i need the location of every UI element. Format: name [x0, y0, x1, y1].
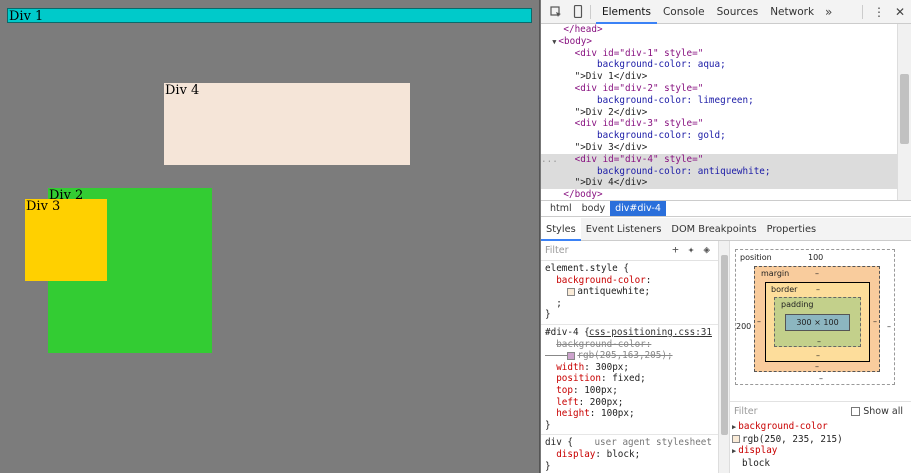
close-icon[interactable]: ✕	[895, 5, 905, 19]
styles-filter-bar: Filter + ✦ ◈	[541, 241, 718, 261]
tab-network[interactable]: Network	[764, 0, 820, 24]
tab-sources[interactable]: Sources	[711, 0, 765, 24]
show-all-toggle[interactable]: Show all	[851, 406, 903, 417]
tree-line-div3-close[interactable]: ">Div 3</div>	[541, 142, 897, 154]
breadcrumb-body[interactable]: body	[577, 201, 611, 216]
tree-line-div1[interactable]: <div id="div-1" style="	[541, 48, 897, 60]
tree-line-div4-selected[interactable]: ... <div id="div-4" style="	[541, 153, 897, 166]
page-viewport: Div 1 Div 4 Div 2 Div 3	[0, 0, 540, 473]
tree-line-head-close[interactable]: </head>	[541, 24, 897, 36]
breadcrumb-html[interactable]: html	[545, 201, 577, 216]
expand-triangle-icon[interactable]: ▼	[552, 38, 556, 46]
padding-label: padding	[781, 300, 814, 309]
inspect-element-icon[interactable]	[549, 5, 563, 19]
div-3[interactable]: Div 3	[25, 199, 107, 281]
show-all-checkbox[interactable]	[851, 407, 861, 416]
position-label: position	[740, 253, 772, 262]
pin-icon[interactable]: ✦	[688, 244, 695, 256]
margin-top-value[interactable]: –	[815, 269, 819, 278]
margin-label: margin	[761, 269, 790, 278]
toggle-state-icon[interactable]: ◈	[703, 244, 710, 256]
margin-box[interactable]: margin – – – – border – – padding – 300 …	[754, 266, 880, 372]
position-bottom-value[interactable]: –	[819, 374, 823, 383]
source-link[interactable]: css-positioning.css:31	[589, 327, 712, 339]
tree-line-div2-style[interactable]: background-color: limegreen;	[541, 95, 897, 107]
dom-tree-scrollbar[interactable]	[897, 24, 911, 200]
tree-line-body-open[interactable]: ▼ <body>	[541, 36, 897, 48]
tab-event-listeners[interactable]: Event Listeners	[581, 218, 667, 241]
padding-box[interactable]: padding – 300 × 100	[774, 297, 861, 347]
kebab-menu-icon[interactable]: ⋮	[873, 5, 885, 19]
devtools-tabbar: Elements Console Sources Network » ⋮ ✕	[541, 0, 911, 24]
tab-dom-breakpoints[interactable]: DOM Breakpoints	[666, 218, 761, 241]
padding-bottom-value[interactable]: –	[817, 337, 821, 346]
tree-line-div3-style[interactable]: background-color: gold;	[541, 130, 897, 142]
computed-properties: ▶ background-color rgb(250, 235, 215) ▶ di…	[730, 421, 911, 469]
tree-line-div4-style[interactable]: background-color: antiquewhite;	[541, 165, 897, 178]
edit-cursor-line[interactable]: ;	[556, 298, 562, 309]
expand-triangle-icon[interactable]: ▶	[732, 447, 736, 455]
add-rule-icon[interactable]: +	[672, 244, 679, 256]
more-tabs-button[interactable]: »	[820, 5, 837, 19]
computed-filter-input[interactable]: Filter	[734, 406, 758, 417]
tree-line-div3[interactable]: <div id="div-3" style="	[541, 118, 897, 130]
tree-line-div1-close[interactable]: ">Div 1</div>	[541, 71, 897, 83]
styles-filter-input[interactable]: Filter	[545, 245, 569, 257]
color-swatch[interactable]	[732, 435, 740, 444]
dom-tree: </head> ▼ <body> <div id="div-1" style=" …	[541, 24, 897, 200]
device-toolbar-icon[interactable]	[571, 5, 585, 19]
tree-line-div4-close[interactable]: ">Div 4</div>	[541, 177, 897, 190]
computed-item[interactable]: ▶ display	[732, 445, 911, 458]
tab-elements[interactable]: Elements	[596, 0, 657, 24]
toolbar-divider	[861, 5, 863, 19]
elements-subtabs: Styles Event Listeners DOM Breakpoints P…	[541, 217, 911, 241]
div-1[interactable]: Div 1	[7, 8, 532, 24]
ua-css-rule: div {user agent stylesheet display: bloc…	[541, 435, 718, 473]
computed-item[interactable]: ▶ background-color	[732, 421, 911, 434]
div4-css-rule: #div-4 {css-positioning.css:31 backgroun…	[541, 325, 718, 436]
styles-scrollbar[interactable]	[718, 241, 730, 473]
margin-right-value[interactable]: –	[873, 317, 877, 326]
margin-bottom-value[interactable]: –	[815, 362, 819, 371]
breadcrumb-div4[interactable]: div#div-4	[610, 201, 666, 216]
border-top-value[interactable]: –	[816, 285, 820, 294]
box-model-panel: position 100 200 – – margin – – – – bord…	[730, 241, 911, 473]
color-swatch[interactable]	[567, 287, 576, 296]
scrollbar-thumb[interactable]	[721, 255, 728, 435]
devtools-panel: Elements Console Sources Network » ⋮ ✕ <…	[541, 0, 911, 473]
div-4[interactable]: Div 4	[164, 83, 410, 165]
tree-line-div2-close[interactable]: ">Div 2</div>	[541, 107, 897, 119]
tree-line-body-close[interactable]: </body>	[541, 189, 897, 200]
color-swatch[interactable]	[567, 351, 576, 360]
tab-styles[interactable]: Styles	[541, 217, 581, 241]
ua-source-label: user agent stylesheet	[594, 437, 712, 449]
tree-line-div2[interactable]: <div id="div-2" style="	[541, 83, 897, 95]
position-top-value[interactable]: 100	[808, 253, 823, 262]
toolbar-divider	[590, 4, 591, 19]
breadcrumb: html body div#div-4	[541, 200, 911, 217]
margin-left-value[interactable]: –	[757, 317, 761, 326]
border-box[interactable]: border – – padding – 300 × 100	[765, 282, 870, 362]
expand-triangle-icon[interactable]: ▶	[732, 423, 736, 431]
tab-console[interactable]: Console	[657, 0, 711, 24]
position-right-value[interactable]: –	[887, 322, 891, 331]
computed-filter-bar: Filter Show all	[730, 401, 911, 421]
element-style-rule: element.style { background-color: antiqu…	[541, 261, 718, 325]
styles-pane: Filter + ✦ ◈ element.style { background-…	[541, 241, 718, 473]
content-box[interactable]: 300 × 100	[785, 314, 850, 331]
scrollbar-thumb[interactable]	[900, 74, 909, 144]
tree-line-div1-style[interactable]: background-color: aqua;	[541, 59, 897, 71]
position-left-value[interactable]: 200	[736, 322, 751, 331]
computed-item-value: rgb(250, 235, 215)	[732, 434, 911, 446]
tab-properties[interactable]: Properties	[762, 218, 822, 241]
border-label: border	[771, 285, 798, 294]
border-bottom-value[interactable]: –	[816, 351, 820, 360]
box-model-diagram: position 100 200 – – margin – – – – bord…	[735, 249, 895, 385]
computed-item-value: block	[742, 457, 770, 469]
